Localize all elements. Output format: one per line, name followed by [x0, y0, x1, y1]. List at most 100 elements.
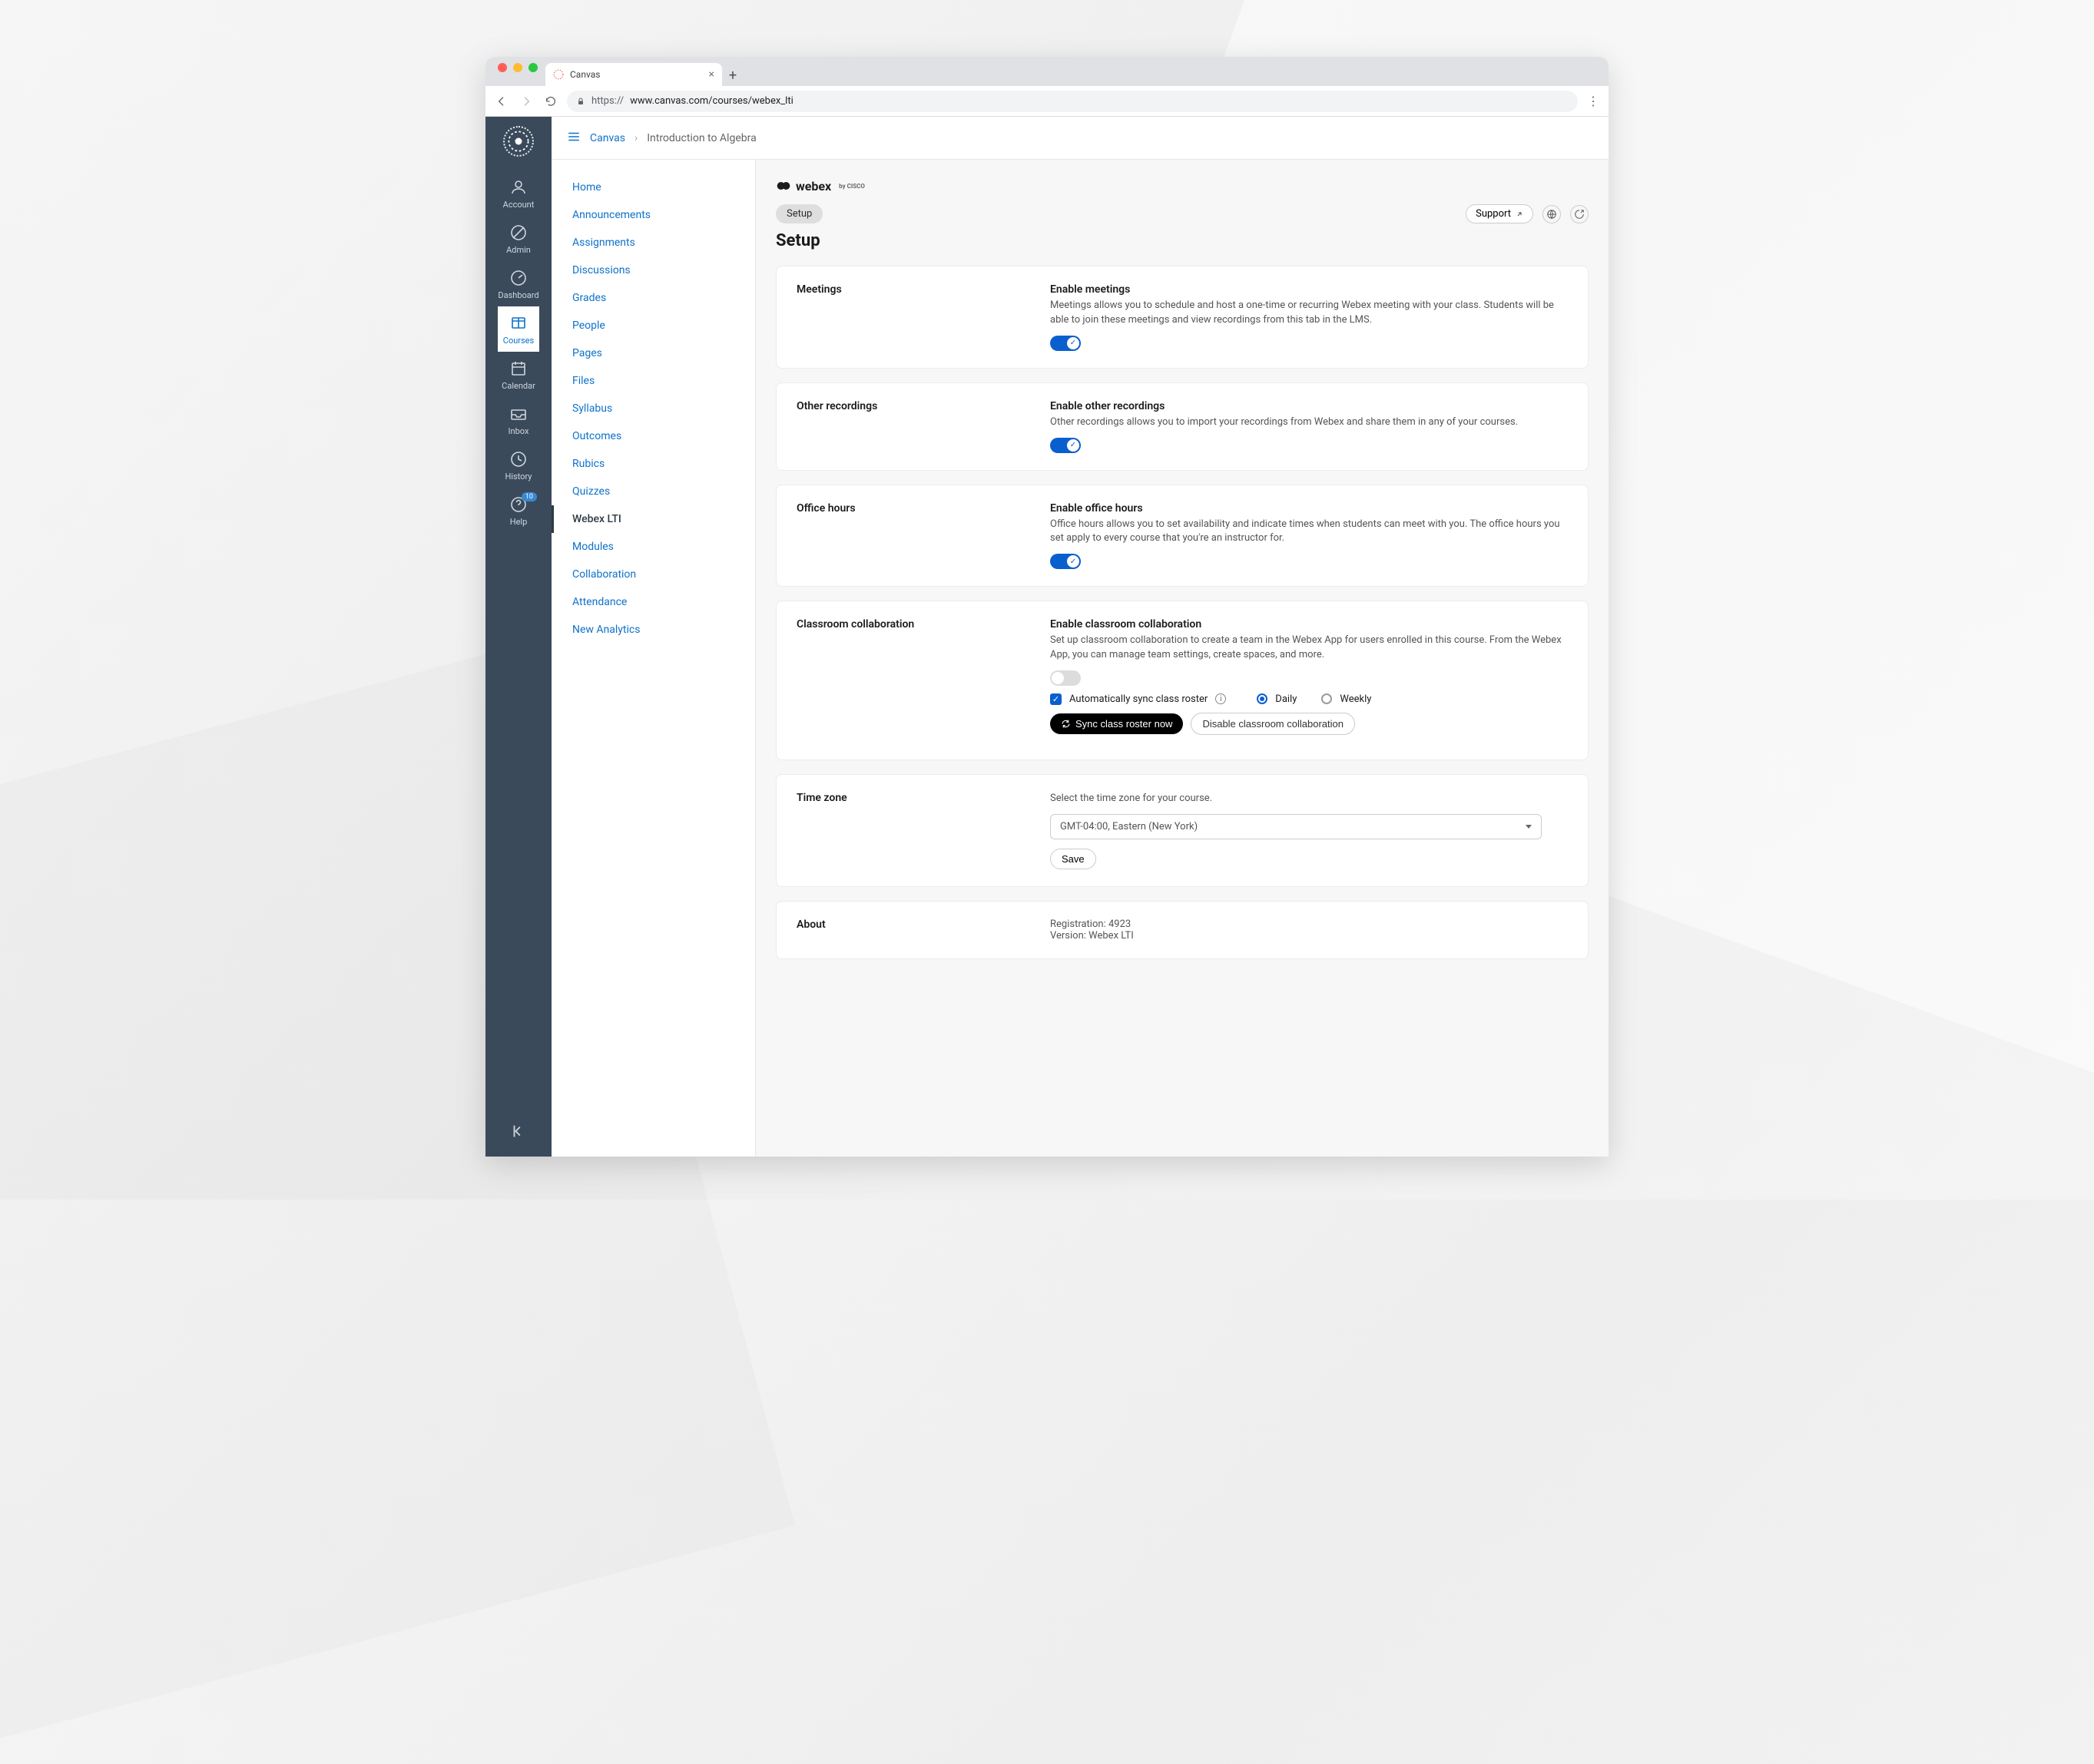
close-tab-button[interactable]: × [709, 68, 714, 81]
webex-brand-text: webex [796, 179, 831, 194]
course-nav-item-pages[interactable]: Pages [552, 339, 755, 367]
sync-roster-button[interactable]: Sync class roster now [1050, 713, 1183, 734]
autosync-label: Automatically sync class roster [1069, 693, 1208, 705]
global-nav-account[interactable]: Account [498, 170, 538, 216]
freq-daily-radio[interactable] [1257, 693, 1267, 704]
course-nav-item-discussions[interactable]: Discussions [552, 256, 755, 284]
setting-title: Enable other recordings [1050, 400, 1568, 412]
language-button[interactable] [1542, 205, 1561, 223]
course-nav-item-collaboration[interactable]: Collaboration [552, 561, 755, 588]
global-nav-courses[interactable]: Courses [498, 306, 538, 352]
course-nav-item-syllabus[interactable]: Syllabus [552, 395, 755, 422]
breadcrumb-current: Introduction to Algebra [647, 132, 757, 144]
lock-icon [576, 97, 585, 106]
section-label: Other recordings [797, 400, 1019, 453]
card-office-hours: Office hours Enable office hours Office … [776, 485, 1589, 587]
timezone-selected-value: GMT-04:00, Eastern (New York) [1060, 821, 1198, 832]
global-nav-label: Inbox [509, 426, 529, 436]
course-nav-item-new-analytics[interactable]: New Analytics [552, 616, 755, 644]
card-other-recordings: Other recordings Enable other recordings… [776, 382, 1589, 471]
signout-button[interactable] [1570, 205, 1589, 223]
nav-forward-button[interactable] [518, 93, 535, 110]
admin-icon [509, 223, 528, 242]
freq-weekly-label: Weekly [1340, 693, 1371, 705]
course-nav-item-assignments[interactable]: Assignments [552, 229, 755, 256]
url-input[interactable]: https:// www.canvas.com/courses/webex_lti [567, 91, 1578, 112]
dashboard-icon [509, 269, 528, 287]
window-controls [493, 63, 545, 80]
support-button-label: Support [1476, 208, 1511, 220]
meetings-toggle[interactable] [1050, 336, 1081, 351]
chevron-down-icon [1526, 825, 1532, 829]
section-label: About [797, 918, 1019, 942]
globe-icon [1546, 209, 1557, 220]
signout-icon [1574, 209, 1585, 220]
card-classroom-collaboration: Classroom collaboration Enable classroom… [776, 601, 1589, 760]
global-nav-label: Admin [506, 245, 531, 255]
course-nav-item-announcements[interactable]: Announcements [552, 201, 755, 229]
section-label: Time zone [797, 792, 1019, 869]
browser-tab[interactable]: Canvas × [545, 63, 722, 86]
classroom-collab-toggle[interactable] [1050, 670, 1081, 686]
course-nav-item-people[interactable]: People [552, 312, 755, 339]
setting-description: Office hours allows you to set availabil… [1050, 518, 1568, 547]
new-tab-button[interactable]: + [722, 65, 744, 86]
browser-tab-bar: Canvas × + [485, 57, 1609, 86]
save-timezone-button[interactable]: Save [1050, 849, 1096, 869]
course-nav-item-webex-lti[interactable]: Webex LTI [552, 505, 755, 533]
courses-icon [509, 314, 528, 333]
maximize-window-button[interactable] [528, 63, 538, 72]
nav-back-button[interactable] [493, 93, 510, 110]
course-nav-item-quizzes[interactable]: Quizzes [552, 478, 755, 505]
nav-reload-button[interactable] [542, 93, 559, 110]
course-nav-item-modules[interactable]: Modules [552, 533, 755, 561]
course-nav-item-grades[interactable]: Grades [552, 284, 755, 312]
breadcrumb-bar: Canvas › Introduction to Algebra [552, 117, 1609, 160]
timezone-select[interactable]: GMT-04:00, Eastern (New York) [1050, 814, 1542, 839]
global-nav-dashboard[interactable]: Dashboard [498, 261, 538, 306]
global-nav-label: Calendar [502, 381, 535, 391]
external-link-icon [1516, 210, 1523, 218]
setting-title: Enable office hours [1050, 502, 1568, 515]
minimize-window-button[interactable] [513, 63, 522, 72]
course-nav-item-attendance[interactable]: Attendance [552, 588, 755, 616]
collapse-nav-button[interactable] [510, 1109, 527, 1157]
course-nav-item-rubics[interactable]: Rubics [552, 450, 755, 478]
setting-description: Set up classroom collaboration to create… [1050, 634, 1568, 663]
setting-title: Enable meetings [1050, 283, 1568, 296]
webex-logo: webex by CISCO [776, 178, 865, 194]
other-recordings-toggle[interactable] [1050, 438, 1081, 453]
close-window-button[interactable] [498, 63, 507, 72]
global-nav-admin[interactable]: Admin [498, 216, 538, 261]
global-nav-inbox[interactable]: Inbox [498, 397, 538, 442]
global-nav-history[interactable]: History [498, 442, 538, 488]
disable-collab-button[interactable]: Disable classroom collaboration [1191, 713, 1355, 735]
course-nav: HomeAnnouncementsAssignmentsDiscussionsG… [552, 160, 756, 1157]
global-nav-help[interactable]: Help [498, 488, 538, 533]
section-label: Office hours [797, 502, 1019, 570]
course-nav-item-home[interactable]: Home [552, 174, 755, 201]
course-nav-toggle-button[interactable] [567, 130, 581, 147]
course-nav-item-outcomes[interactable]: Outcomes [552, 422, 755, 450]
global-nav-label: Help [510, 517, 528, 527]
save-button-label: Save [1062, 853, 1085, 865]
tab-setup[interactable]: Setup [776, 204, 823, 223]
office-hours-toggle[interactable] [1050, 554, 1081, 569]
global-nav-calendar[interactable]: Calendar [498, 352, 538, 397]
account-icon [509, 178, 528, 197]
url-scheme: https:// [591, 95, 624, 107]
autosync-checkbox[interactable]: ✓ [1050, 693, 1062, 705]
freq-weekly-radio[interactable] [1321, 693, 1332, 704]
global-nav-label: Courses [503, 336, 534, 346]
global-nav-label: Account [503, 200, 535, 210]
section-label: Classroom collaboration [797, 618, 1019, 743]
breadcrumb-root-link[interactable]: Canvas [590, 132, 625, 144]
support-button[interactable]: Support [1466, 204, 1533, 223]
info-icon[interactable]: i [1215, 693, 1226, 704]
browser-menu-button[interactable]: ⋮ [1585, 94, 1601, 108]
course-nav-item-files[interactable]: Files [552, 367, 755, 395]
freq-daily-label: Daily [1275, 693, 1297, 705]
canvas-logo-icon[interactable] [503, 126, 534, 157]
url-text: www.canvas.com/courses/webex_lti [630, 95, 794, 107]
setting-title: Enable classroom collaboration [1050, 618, 1568, 630]
